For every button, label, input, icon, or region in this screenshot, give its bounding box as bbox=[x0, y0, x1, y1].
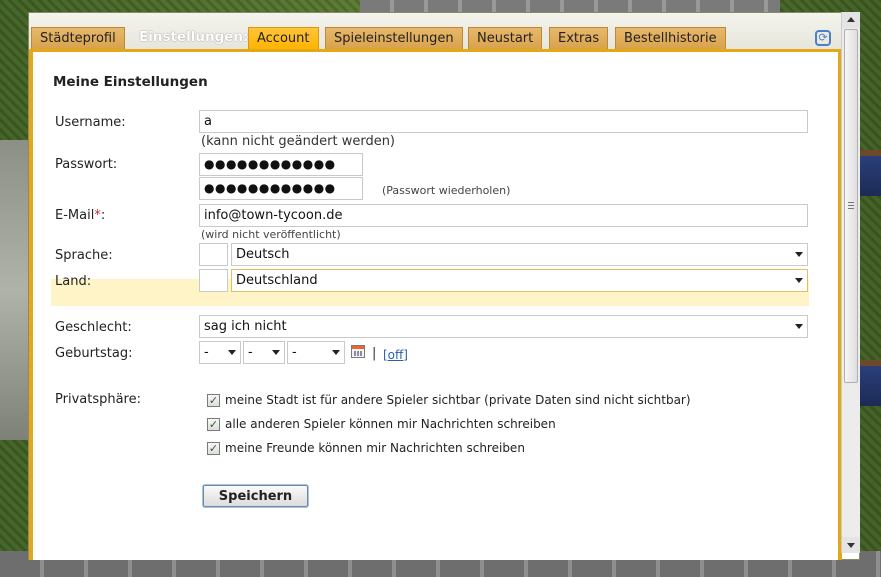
tab-neustart[interactable]: Neustart bbox=[468, 27, 543, 49]
email-label-text: E-Mail bbox=[55, 208, 95, 223]
gender-label: Geschlecht: bbox=[55, 320, 132, 335]
password-repeat-field[interactable]: ●●●●●●●●●●●● bbox=[199, 177, 363, 200]
birthday-day-value: - bbox=[204, 345, 209, 360]
scrollbar-thumb[interactable] bbox=[844, 29, 858, 383]
settings-window: Städteprofil Einstellungen: Account Spie… bbox=[28, 12, 860, 560]
country-label: Land: bbox=[55, 274, 92, 289]
email-note: (wird nicht veröffentlicht) bbox=[201, 228, 341, 241]
password-repeat-note: (Passwort wiederholen) bbox=[382, 184, 511, 197]
username-label: Username: bbox=[55, 115, 126, 130]
language-select-value: Deutsch bbox=[236, 247, 290, 262]
checkbox-alle-nachrichten[interactable]: ✓ bbox=[207, 418, 220, 431]
fog-area bbox=[0, 140, 30, 440]
save-button[interactable]: Speichern bbox=[203, 485, 308, 507]
tab-staedteprofil[interactable]: Städteprofil bbox=[31, 27, 125, 49]
chevron-down-icon bbox=[332, 350, 340, 355]
privacy-label: Privatsphäre: bbox=[55, 392, 141, 407]
tab-group-label: Einstellungen: bbox=[139, 29, 249, 45]
checkbox-label: meine Freunde können mir Nachrichten sch… bbox=[225, 441, 525, 455]
country-flag bbox=[199, 269, 228, 292]
checkbox-stadt-sichtbar[interactable]: ✓ bbox=[207, 394, 220, 407]
birthday-month-select[interactable]: - bbox=[243, 341, 285, 364]
chevron-down-icon bbox=[228, 350, 236, 355]
chevron-down-icon bbox=[272, 350, 280, 355]
chevron-down-icon bbox=[795, 278, 803, 283]
chevron-down-icon bbox=[795, 252, 803, 257]
tab-extras[interactable]: Extras bbox=[549, 27, 609, 49]
birthday-label: Geburtstag: bbox=[55, 346, 133, 361]
language-select[interactable]: Deutsch bbox=[231, 243, 808, 266]
email-field[interactable]: info@town-tycoon.de bbox=[199, 204, 808, 227]
calendar-icon[interactable] bbox=[351, 345, 365, 358]
gender-select[interactable]: sag ich nicht bbox=[199, 315, 808, 338]
email-label-colon: : bbox=[100, 208, 106, 223]
username-note: (kann nicht geändert werden) bbox=[201, 134, 396, 149]
checkbox-label: meine Stadt ist für andere Spieler sicht… bbox=[225, 393, 691, 407]
grip-icon bbox=[848, 202, 854, 210]
scroll-up-arrow-icon[interactable] bbox=[842, 12, 860, 28]
refresh-icon[interactable]: ⟳ bbox=[815, 30, 831, 46]
checkbox-label: alle anderen Spieler können mir Nachrich… bbox=[225, 417, 556, 431]
tab-bar: Städteprofil Einstellungen: Account Spie… bbox=[29, 13, 842, 49]
scrollbar[interactable] bbox=[841, 12, 860, 553]
birthday-day-select[interactable]: - bbox=[199, 341, 241, 364]
birthday-off-link[interactable]: [off] bbox=[383, 348, 408, 362]
language-flag bbox=[199, 243, 228, 266]
birthday-separator: | bbox=[372, 346, 377, 361]
birthday-year-select[interactable]: - bbox=[287, 341, 345, 364]
scroll-down-arrow-icon[interactable] bbox=[842, 537, 860, 553]
language-label: Sprache: bbox=[55, 248, 113, 263]
country-select[interactable]: Deutschland bbox=[231, 269, 808, 292]
birthday-year-value: - bbox=[292, 345, 297, 360]
checkbox-freunde-nachrichten[interactable]: ✓ bbox=[207, 442, 220, 455]
password-field[interactable]: ●●●●●●●●●●●● bbox=[199, 153, 363, 176]
tab-account[interactable]: Account bbox=[248, 27, 319, 49]
settings-panel: Meine Einstellungen Username: a (kann ni… bbox=[29, 49, 842, 560]
tab-bestellhistorie[interactable]: Bestellhistorie bbox=[615, 27, 726, 49]
username-field: a bbox=[199, 110, 808, 133]
country-select-value: Deutschland bbox=[236, 273, 318, 288]
password-label: Passwort: bbox=[55, 157, 118, 172]
tab-spieleinstellungen[interactable]: Spieleinstellungen bbox=[325, 27, 463, 49]
birthday-month-value: - bbox=[248, 345, 253, 360]
gender-select-value: sag ich nicht bbox=[204, 319, 287, 334]
page-title: Meine Einstellungen bbox=[53, 74, 208, 90]
chevron-down-icon bbox=[795, 324, 803, 329]
email-label: E-Mail*: bbox=[55, 208, 105, 223]
